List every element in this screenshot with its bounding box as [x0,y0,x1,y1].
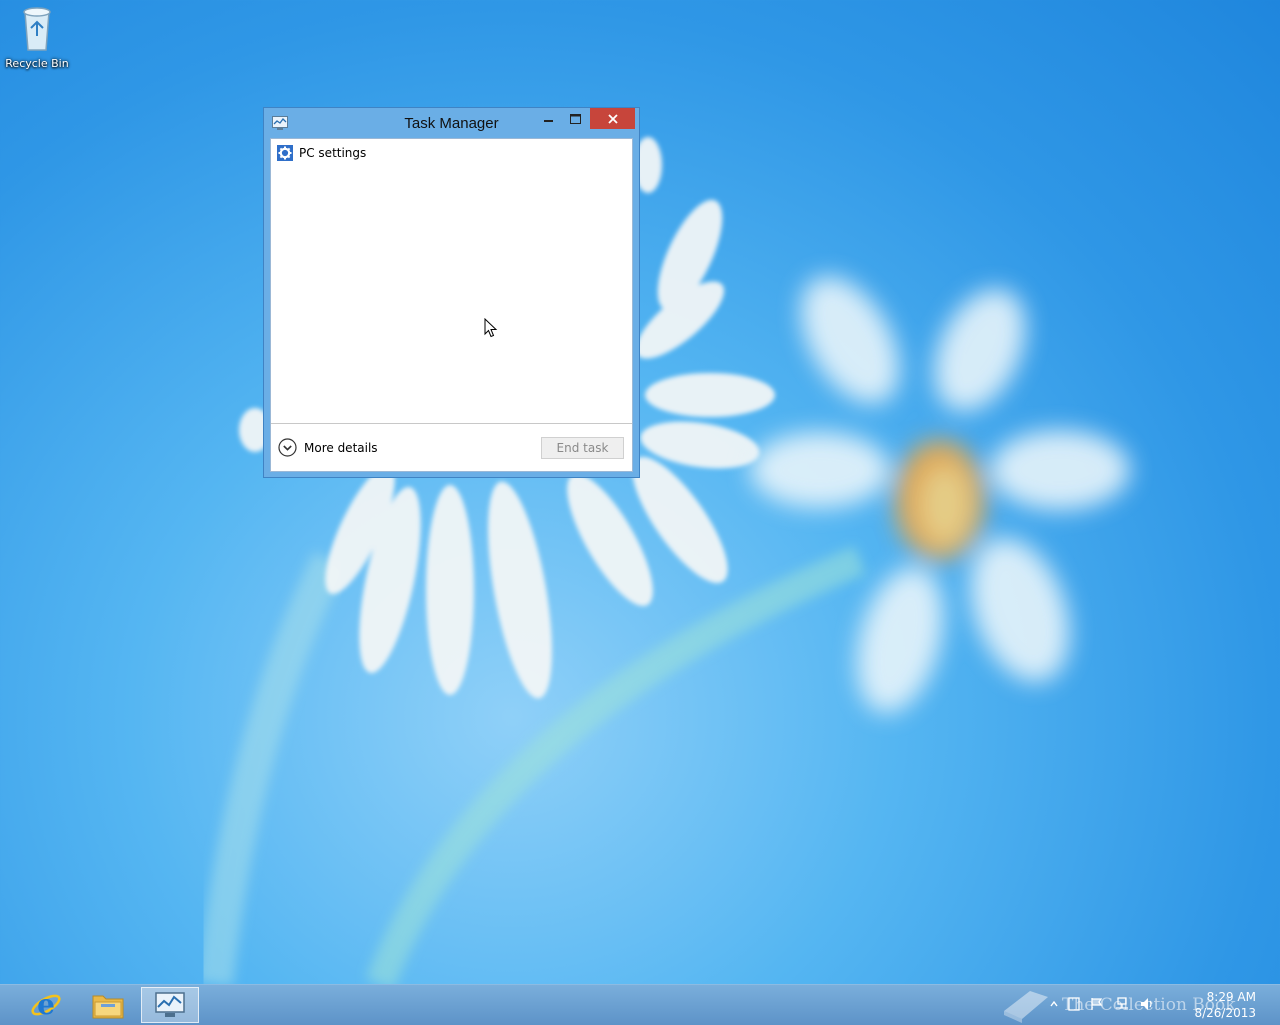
app-list: PC settings [271,139,632,423]
system-tray: The Collection Book 8:29 AM 8/26/2013 [1000,985,1280,1025]
clock-date: 8/26/2013 [1194,1006,1256,1020]
flag-icon[interactable] [1090,997,1104,1011]
clock-time: 8:29 AM [1206,990,1256,1004]
gear-icon [277,145,293,161]
task-manager-icon [155,992,185,1017]
maximize-icon [569,113,581,124]
minimize-button[interactable] [536,108,562,129]
book-icon [1004,991,1048,1023]
page-icon[interactable] [1068,997,1080,1011]
taskbar-internet-explorer[interactable]: e [17,987,75,1023]
title-bar[interactable]: Task Manager [264,108,639,138]
taskbar: e The Collection Book 8:29 AM 8/26/2013 [0,984,1280,1025]
task-list-panel: PC settings More details End task [270,138,633,472]
recycle-bin-label: Recycle Bin [5,57,69,70]
recycle-bin[interactable]: Recycle Bin [4,4,70,70]
internet-explorer-icon: e [31,988,61,1021]
tray-icons [1050,997,1154,1011]
more-details-label: More details [304,440,378,455]
taskbar-task-manager[interactable] [141,987,199,1023]
end-task-button[interactable]: End task [541,437,624,459]
taskbar-file-explorer[interactable] [79,987,137,1023]
list-item[interactable]: PC settings [277,145,366,161]
svg-text:e: e [37,988,55,1021]
window-footer: More details End task [271,423,632,471]
network-icon[interactable] [1114,997,1130,1011]
maximize-button[interactable] [562,108,588,129]
wallpaper-daisy [197,137,1130,984]
mouse-cursor-icon [484,318,498,338]
desktop: Recycle Bin [0,0,1280,984]
recycle-bin-icon [23,7,51,51]
speaker-icon[interactable] [1140,997,1154,1011]
chevron-down-circle-icon [278,438,297,457]
close-icon [607,113,618,124]
list-item-label: PC settings [299,146,367,160]
minimize-icon [544,119,553,122]
clock[interactable]: 8:29 AM 8/26/2013 [1194,989,1256,1021]
task-manager-window[interactable]: Task Manager PC settings More details En… [263,107,640,478]
close-button[interactable] [590,108,635,129]
folder-icon [92,995,124,1019]
more-details-button[interactable]: More details [278,438,378,457]
chevron-up-icon[interactable] [1050,1001,1058,1007]
